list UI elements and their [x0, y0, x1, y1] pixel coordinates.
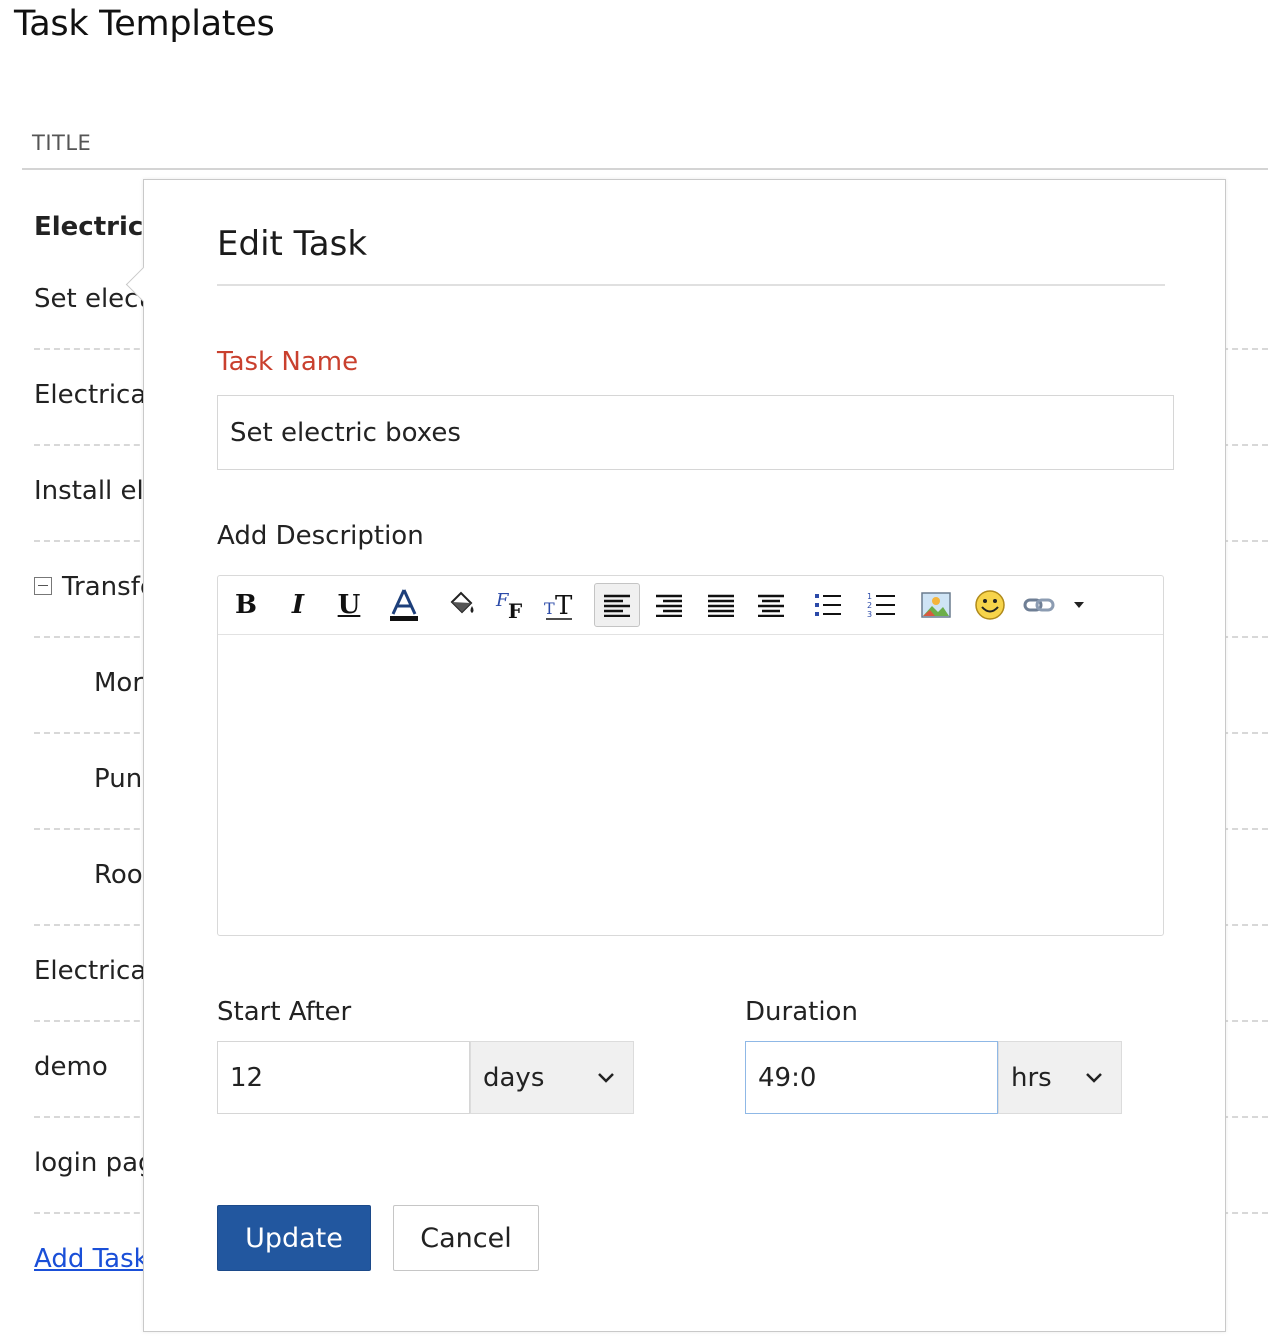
description-textarea[interactable]	[218, 634, 1163, 935]
background-color-icon[interactable]	[438, 583, 484, 627]
svg-text:1: 1	[867, 592, 872, 601]
dialog-title: Edit Task	[217, 224, 368, 264]
svg-text:F: F	[508, 599, 522, 622]
underline-icon[interactable]: U	[326, 583, 372, 627]
dialog-title-divider	[217, 284, 1165, 286]
list-item[interactable]: Electrical	[34, 956, 154, 986]
editor-toolbar: B I U FF TT 1 2 3	[218, 576, 1163, 635]
template-group-title[interactable]: Electrici	[34, 212, 152, 242]
svg-text:T: T	[555, 591, 573, 621]
description-label: Add Description	[217, 521, 424, 551]
list-item[interactable]: demo	[34, 1052, 108, 1082]
bold-icon[interactable]: B	[223, 583, 269, 627]
align-left-icon[interactable]	[594, 583, 640, 627]
chevron-down-icon	[598, 1072, 614, 1083]
collapse-icon[interactable]	[34, 576, 52, 595]
svg-text:2: 2	[867, 601, 872, 610]
duration-label: Duration	[745, 997, 858, 1027]
font-size-icon[interactable]: TT	[536, 583, 582, 627]
svg-text:T: T	[544, 599, 555, 618]
list-item[interactable]: Install ele	[34, 476, 160, 506]
update-button[interactable]: Update	[217, 1205, 371, 1271]
chevron-down-icon	[1086, 1072, 1102, 1083]
list-item-label: Transfe	[62, 572, 156, 602]
duration-input[interactable]: 49:0	[745, 1041, 998, 1114]
more-options-icon[interactable]	[1056, 583, 1102, 627]
list-item-group[interactable]: Transfe	[34, 572, 156, 602]
edit-task-dialog: Edit Task Task Name Set electric boxes A…	[125, 179, 1226, 1332]
column-header-divider	[22, 168, 1268, 170]
list-item[interactable]: login pag	[34, 1148, 155, 1178]
description-editor: B I U FF TT 1 2 3	[217, 575, 1164, 936]
font-family-icon[interactable]: FF	[488, 583, 534, 627]
numbered-list-icon[interactable]: 123	[858, 583, 904, 627]
add-task-link[interactable]: Add Task	[34, 1244, 149, 1274]
duration-unit-value: hrs	[1011, 1062, 1052, 1093]
page-title: Task Templates	[14, 4, 275, 44]
list-item[interactable]: Mor	[94, 668, 143, 698]
list-item[interactable]: Electrical	[34, 380, 154, 410]
title-column-header[interactable]: TITLE	[32, 131, 91, 155]
insert-image-icon[interactable]	[913, 583, 959, 627]
start-after-input[interactable]: 12	[217, 1041, 470, 1114]
emoji-icon[interactable]	[967, 583, 1013, 627]
start-after-label: Start After	[217, 997, 352, 1027]
justify-icon[interactable]	[698, 583, 744, 627]
start-after-unit-select[interactable]: days	[470, 1041, 634, 1114]
task-name-input[interactable]: Set electric boxes	[217, 395, 1174, 470]
cancel-button[interactable]: Cancel	[393, 1205, 539, 1271]
task-name-label: Task Name	[217, 347, 359, 377]
svg-text:3: 3	[867, 610, 872, 619]
italic-icon[interactable]: I	[275, 583, 321, 627]
font-color-icon[interactable]	[381, 583, 427, 627]
align-center-icon[interactable]	[748, 583, 794, 627]
list-item[interactable]: Pun	[94, 764, 142, 794]
duration-unit-select[interactable]: hrs	[998, 1041, 1122, 1114]
start-after-unit-value: days	[483, 1062, 545, 1093]
list-item[interactable]: Roo	[94, 860, 143, 890]
bulleted-list-icon[interactable]	[805, 583, 851, 627]
align-right-icon[interactable]	[646, 583, 692, 627]
